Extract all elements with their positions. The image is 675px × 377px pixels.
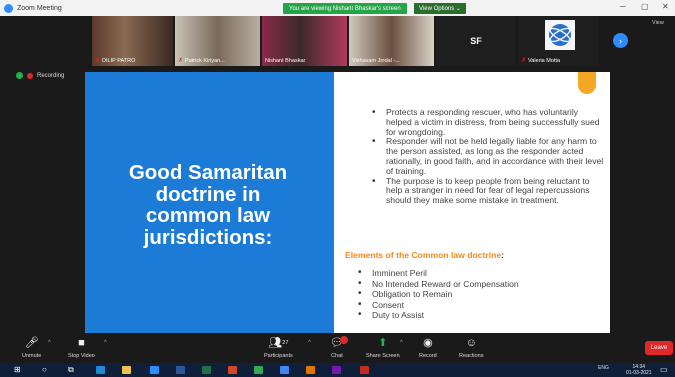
zoom-app-icon (4, 3, 13, 13)
chrome-profile-icon[interactable] (280, 366, 289, 374)
participant-name: ✗ Valeria Motta (521, 58, 561, 64)
mic-muted-icon: ✗ (95, 58, 101, 64)
list-item: No Intended Reward or Compensation (358, 279, 519, 290)
elements-list: Imminent Peril No Intended Reward or Com… (358, 268, 519, 321)
list-item: Obligation to Remain (358, 289, 519, 300)
mic-muted-icon: ✗ (178, 58, 184, 64)
system-tray[interactable]: ENG (598, 365, 609, 371)
video-tile[interactable]: SF (436, 16, 516, 66)
chat-badge (340, 336, 348, 344)
app-icon[interactable] (332, 366, 341, 374)
shared-slide: Good Samaritan doctrine in common law ju… (85, 72, 610, 333)
excel-icon[interactable] (202, 366, 211, 374)
slide-title-panel: Good Samaritan doctrine in common law ju… (85, 72, 334, 333)
task-view-icon[interactable]: ⧉ (68, 365, 74, 375)
chevron-up-icon[interactable]: ^ (104, 340, 107, 346)
participant-name: ✗ DILIP PATRO (95, 58, 136, 64)
chevron-up-icon[interactable]: ^ (308, 340, 311, 346)
slide-decoration (578, 72, 596, 94)
file-explorer-icon[interactable] (122, 366, 131, 374)
list-item: Protects a responding rescuer, who has v… (372, 107, 604, 137)
video-strip: ✗ DILIP PATRO ✗ Patrick Kiriyan... Nishant… (0, 16, 675, 66)
elements-heading: Elements of the Common law doctrine: (345, 250, 505, 260)
video-tile[interactable]: Vishavam Jindal -... (349, 16, 434, 66)
video-camera-icon: ■ (78, 337, 85, 349)
slide-title: Good Samaritan doctrine in common law ju… (128, 161, 288, 249)
window-title: Zoom Meeting (17, 4, 62, 12)
view-toggle[interactable]: View (652, 20, 664, 26)
stop-video-button[interactable]: ■ Stop Video (68, 337, 95, 359)
record-button[interactable]: ◉ Record (419, 337, 437, 359)
share-screen-button[interactable]: ⬆ Share Screen (366, 337, 400, 359)
video-tile[interactable]: Nishant Bhaskar (262, 16, 347, 66)
os-taskbar: ⊞ ○ ⧉ ENG 14:34 01-03-2021 ▭ (0, 363, 675, 377)
app-icon[interactable] (306, 366, 315, 374)
unmute-button[interactable]: 🎤︎ Unmute (22, 337, 41, 359)
security-shield-icon (16, 72, 23, 79)
minimize-icon[interactable]: ─ (620, 2, 626, 11)
app-icon[interactable] (360, 366, 369, 374)
mic-muted-icon: 🎤︎ (24, 337, 39, 349)
globe-avatar-icon (545, 20, 575, 50)
video-tile[interactable]: ✗ DILIP PATRO (92, 16, 173, 66)
search-icon[interactable]: ○ (42, 365, 47, 374)
participant-initials: SF (470, 36, 482, 46)
participants-button[interactable]: 👥︎27 Participants (264, 337, 293, 359)
record-dot-icon (27, 72, 33, 79)
list-item: The purpose is to keep people from being… (372, 176, 604, 206)
recording-label: Recording (37, 72, 65, 79)
recording-indicator: Recording (16, 72, 64, 79)
close-icon[interactable]: ✕ (662, 2, 669, 11)
word-icon[interactable] (176, 366, 185, 374)
participants-icon: 👥︎27 (268, 337, 289, 349)
windows-start-icon[interactable]: ⊞ (14, 365, 21, 374)
list-item: Duty to Assist (358, 310, 519, 321)
taskbar-clock[interactable]: 14:34 01-03-2021 (626, 364, 652, 376)
notifications-icon[interactable]: ▭ (660, 365, 668, 374)
edge-browser-icon[interactable] (96, 366, 105, 374)
next-page-button[interactable]: › (613, 33, 628, 48)
meeting-toolbar: 🎤︎ Unmute ^ ■ Stop Video ^ 👥︎27 Particip… (0, 335, 675, 363)
chevron-right-icon: › (619, 35, 622, 46)
participant-name: ✗ Patrick Kiriyan... (178, 58, 225, 64)
participant-name: Vishavam Jindal -... (352, 58, 400, 64)
reactions-icon: ☺ (465, 337, 477, 349)
record-icon: ◉ (423, 337, 433, 349)
chevron-up-icon[interactable]: ^ (400, 340, 403, 346)
maximize-icon[interactable]: ▢ (641, 2, 649, 11)
share-screen-icon: ⬆ (378, 337, 388, 349)
powerpoint-icon[interactable] (228, 366, 237, 374)
mic-muted-icon: ✗ (521, 58, 527, 64)
participant-name: Nishant Bhaskar (265, 58, 306, 64)
list-item: Imminent Peril (358, 268, 519, 279)
slide-bullet-list: Protects a responding rescuer, who has v… (372, 107, 604, 206)
view-options-button[interactable]: View Options ⌄ (414, 3, 466, 14)
list-item: Responder will not be held legally liabl… (372, 136, 604, 176)
zoom-taskbar-icon[interactable] (150, 366, 159, 374)
video-tile[interactable]: ✗ Valeria Motta (518, 16, 599, 66)
chrome-icon[interactable] (254, 366, 263, 374)
list-item: Consent (358, 300, 519, 311)
video-tile[interactable]: ✗ Patrick Kiriyan... (175, 16, 260, 66)
reactions-button[interactable]: ☺ Reactions (459, 337, 483, 359)
leave-button[interactable]: Leave (645, 341, 673, 355)
chevron-up-icon[interactable]: ^ (48, 340, 51, 346)
screen-share-banner: You are viewing Nishant Bhaskar's screen (283, 3, 407, 14)
